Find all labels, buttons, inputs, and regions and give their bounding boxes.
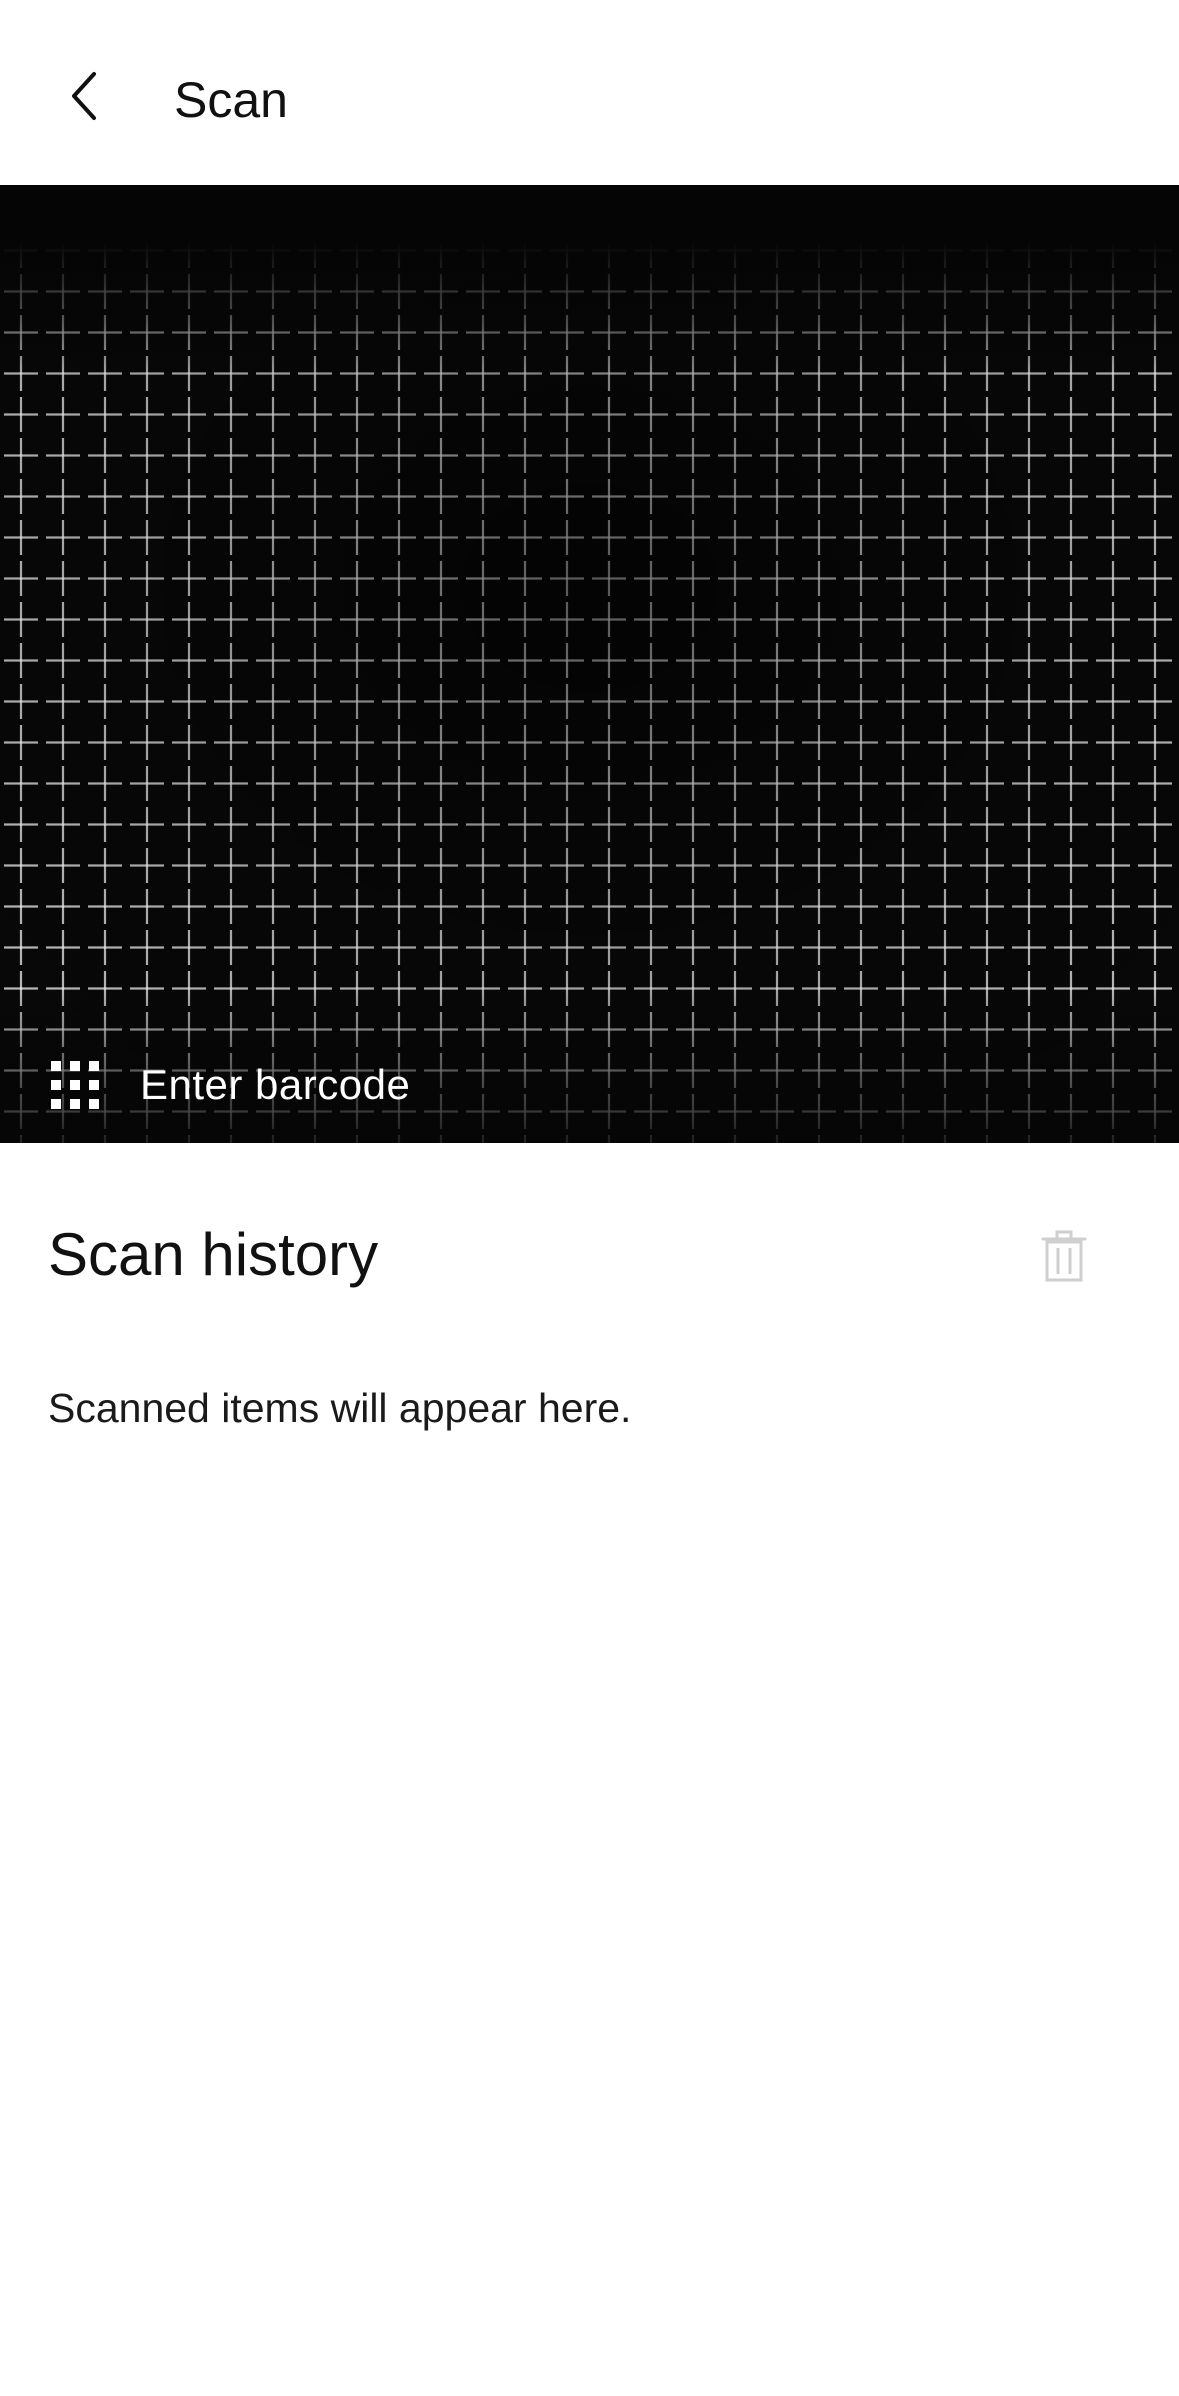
trash-icon	[1041, 1230, 1087, 1282]
clear-history-button[interactable]	[1030, 1222, 1098, 1290]
camera-viewfinder[interactable]: Enter barcode	[0, 185, 1179, 1143]
keypad-icon	[40, 1050, 110, 1120]
scan-history-title: Scan history	[48, 1221, 379, 1288]
empty-history-message: Scanned items will appear here.	[48, 1385, 632, 1431]
enter-barcode-button[interactable]: Enter barcode	[40, 1045, 410, 1125]
back-button[interactable]	[48, 60, 120, 132]
scan-screen: Scan Enter barcode Scan history Scanned …	[0, 0, 1179, 2396]
top-bar: Scan	[0, 0, 1179, 185]
camera-preview	[0, 185, 1179, 1143]
enter-barcode-label: Enter barcode	[140, 1061, 411, 1108]
page-title: Scan	[174, 72, 288, 128]
chevron-left-icon	[72, 72, 96, 120]
